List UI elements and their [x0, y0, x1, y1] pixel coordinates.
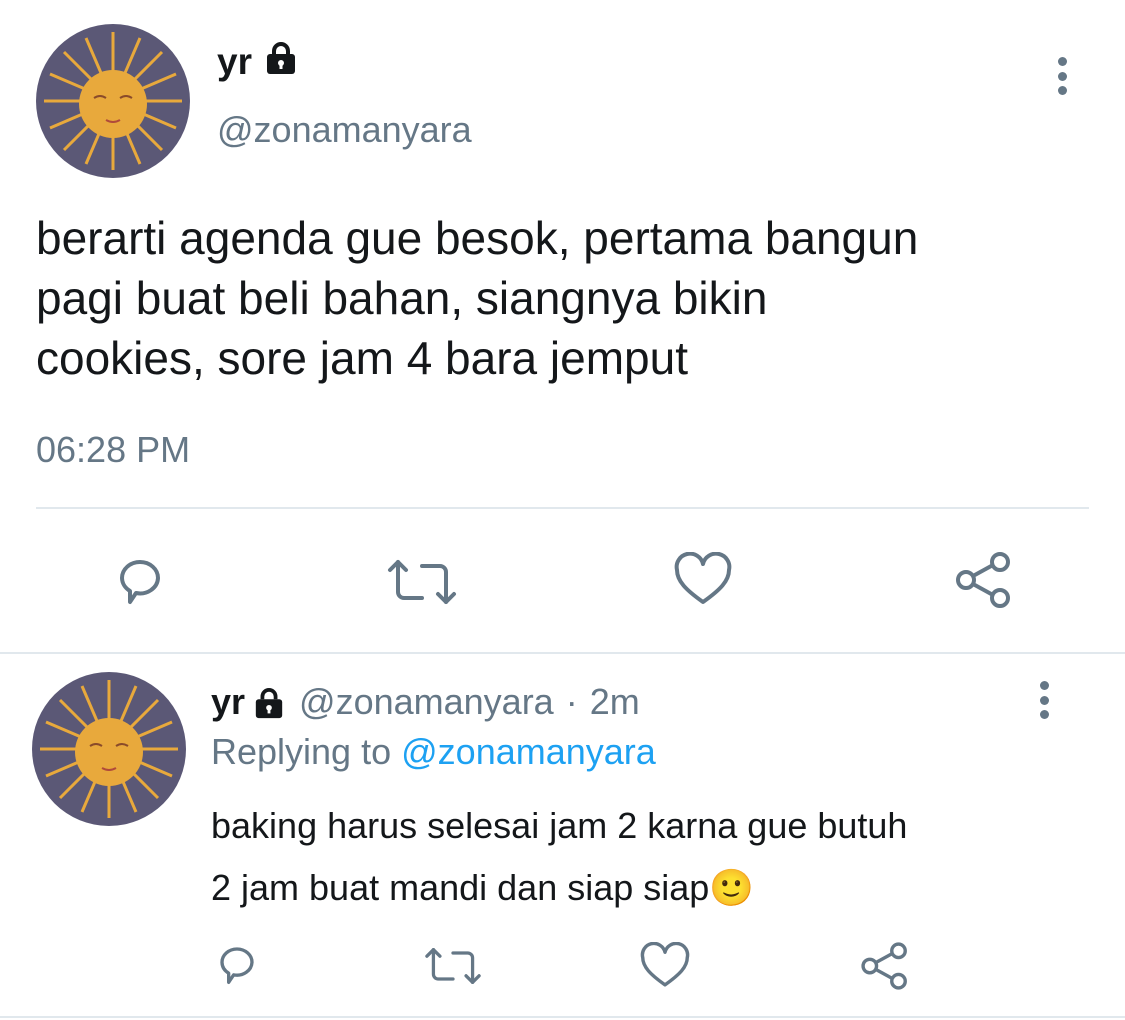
divider — [0, 652, 1125, 654]
reply-text-line: 2 jam buat mandi dan siap siap — [211, 867, 710, 908]
retweet-icon — [388, 560, 456, 604]
retweet-button[interactable] — [384, 556, 460, 608]
share-icon — [956, 552, 1010, 608]
handle[interactable]: @zonamanyara — [217, 108, 472, 152]
replying-to-label: Replying to — [211, 731, 392, 772]
reply-button[interactable] — [110, 552, 170, 608]
reply-icon — [120, 560, 160, 604]
separator: · — [565, 681, 578, 722]
reply-text: baking harus selesai jam 2 karna gue but… — [211, 795, 1091, 919]
more-vertical-icon[interactable] — [1034, 681, 1054, 719]
more-vertical-icon[interactable] — [1052, 57, 1072, 95]
display-name[interactable]: yr — [217, 40, 252, 84]
replying-to-handle[interactable]: @zonamanyara — [401, 731, 656, 772]
heart-icon — [674, 552, 732, 604]
share-button[interactable] — [858, 940, 912, 992]
like-button[interactable] — [672, 552, 734, 608]
reply-button[interactable] — [212, 940, 262, 988]
replying-to: Replying to @zonamanyara — [211, 730, 656, 774]
tweet-text-line: berarti agenda gue besok, pertama bangun — [36, 212, 919, 264]
heart-icon — [640, 942, 690, 987]
avatar[interactable] — [36, 24, 190, 178]
tweet-age[interactable]: 2m — [590, 680, 640, 724]
handle[interactable]: @zonamanyara — [299, 680, 554, 724]
share-button[interactable] — [952, 550, 1016, 610]
lock-icon — [253, 686, 285, 719]
reply-text-line: baking harus selesai jam 2 karna gue but… — [211, 805, 908, 846]
like-button[interactable] — [638, 942, 692, 990]
tweet-text-line: pagi buat beli bahan, siangnya bikin — [36, 272, 768, 324]
slightly-smiling-face-emoji: 🙂 — [709, 867, 755, 908]
divider — [36, 507, 1089, 509]
tweet-text: berarti agenda gue besok, pertama bangun… — [36, 208, 1096, 388]
share-icon — [861, 942, 907, 990]
reply-header: yr @zonamanyara · 2m — [211, 680, 640, 724]
lock-icon — [264, 42, 298, 76]
divider — [0, 1016, 1125, 1018]
reply-icon — [220, 947, 254, 984]
display-name[interactable]: yr — [211, 680, 245, 724]
retweet-button[interactable] — [422, 944, 484, 988]
timestamp[interactable]: 06:28 PM — [36, 428, 190, 472]
tweet-text-line: cookies, sore jam 4 bara jemput — [36, 332, 688, 384]
retweet-icon — [425, 948, 481, 984]
avatar[interactable] — [32, 672, 186, 826]
